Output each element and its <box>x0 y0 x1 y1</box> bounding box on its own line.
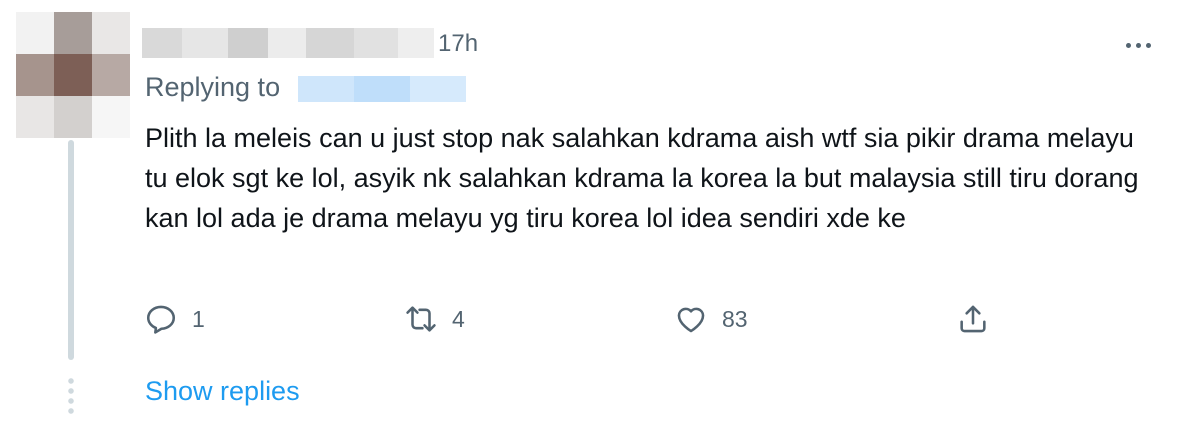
mention-link-redacted[interactable] <box>298 76 466 102</box>
tweet[interactable]: 17h Replying to Plith la meleis can u ju… <box>0 0 1188 432</box>
retweet-icon <box>406 306 436 332</box>
show-replies-link[interactable]: Show replies <box>145 376 300 407</box>
tweet-text: Plith la meleis can u just stop nak sala… <box>145 123 1139 233</box>
author-name-redacted[interactable] <box>142 28 434 58</box>
more-icon[interactable] <box>1118 30 1158 60</box>
heart-icon <box>677 307 705 333</box>
thread-continuation-dots <box>68 376 74 416</box>
retweet-count: 4 <box>452 305 465 332</box>
like-count: 83 <box>722 305 748 332</box>
retweet-button[interactable]: 4 <box>404 298 465 340</box>
share-icon <box>960 305 986 333</box>
tweet-time[interactable]: 17h <box>438 30 478 58</box>
share-button[interactable] <box>956 298 990 340</box>
thread-line <box>68 140 74 360</box>
like-button[interactable]: 83 <box>674 298 748 340</box>
reply-button[interactable]: 1 <box>144 298 205 340</box>
reply-count: 1 <box>192 305 205 332</box>
replying-to-label: Replying to <box>145 72 281 102</box>
reply-icon <box>146 305 176 334</box>
avatar[interactable] <box>16 12 130 138</box>
